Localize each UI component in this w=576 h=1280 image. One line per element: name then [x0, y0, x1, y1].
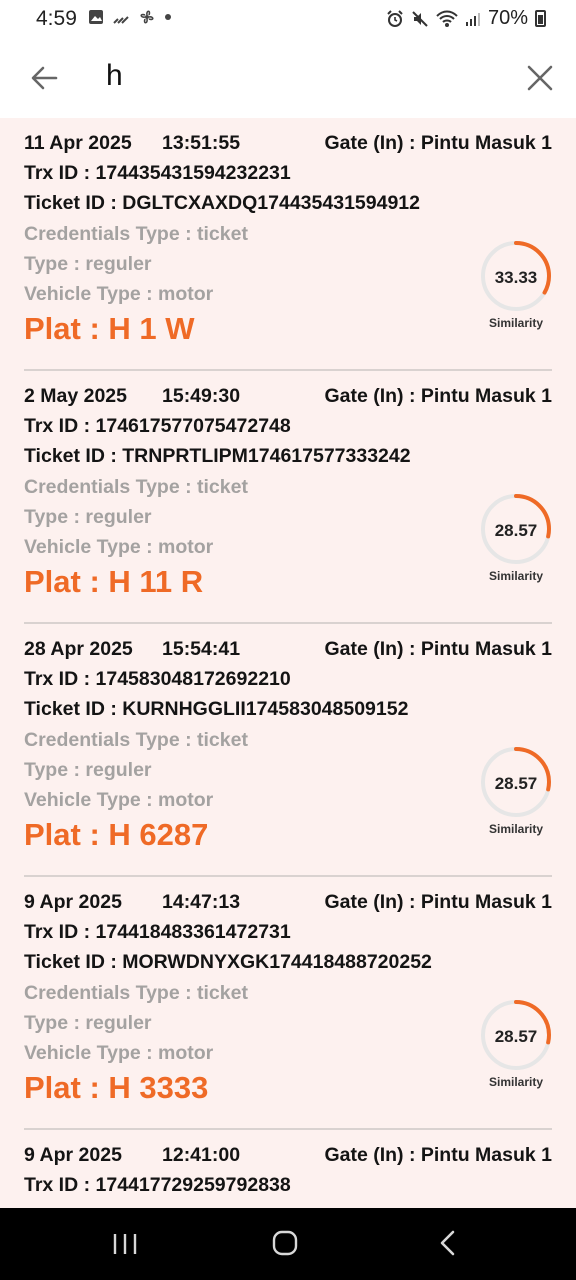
entry-date: 2 May 2025 [24, 385, 127, 407]
entry-time: 15:49:30 [162, 385, 241, 407]
alarm-icon [387, 9, 403, 27]
similarity-value: 28.57 [494, 774, 538, 793]
back-arrow-icon[interactable] [28, 62, 60, 94]
system-nav-bar [0, 1208, 576, 1280]
similarity-label: Similarity [488, 316, 544, 330]
entry-date: 28 Apr 2025 [24, 638, 133, 660]
entry-time: 12:41:00 [162, 1144, 241, 1166]
similarity-value: 28.57 [494, 1027, 538, 1046]
entry-time: 15:54:41 [162, 638, 241, 660]
ticket-id: Ticket ID : DGLTCXAXDQ174435431594912 [24, 192, 420, 214]
ticket-type: Type : reguler [24, 253, 152, 275]
search-bar [0, 40, 576, 118]
plate-number: Plat : H 6287 [24, 817, 209, 852]
back-icon[interactable] [438, 1230, 456, 1256]
ticket-id: Ticket ID : MORWDNYXGK174418488720252 [24, 951, 432, 973]
similarity-value: 33.33 [494, 268, 538, 287]
plate-number: Plat : H 3333 [24, 1070, 209, 1105]
plate-number: Plat : H 11 R [24, 564, 204, 599]
ticket-type: Type : reguler [24, 1012, 152, 1034]
home-icon[interactable] [272, 1230, 298, 1256]
credentials-type: Credentials Type : ticket [24, 223, 248, 245]
battery-percent: 70% [487, 7, 528, 29]
status-time: 4:59 [36, 7, 77, 30]
result-card[interactable]: 9 Apr 2025 14:47:13 Gate (In) : Pintu Ma… [24, 877, 552, 1130]
vehicle-type: Vehicle Type : motor [24, 536, 214, 558]
credentials-type: Credentials Type : ticket [24, 729, 248, 751]
similarity-label: Similarity [488, 569, 544, 583]
entry-time: 13:51:55 [162, 132, 241, 154]
trx-id: Trx ID : 174583048172692210 [24, 668, 291, 690]
result-card[interactable]: 9 Apr 2025 12:41:00 Gate (In) : Pintu Ma… [24, 1130, 552, 1208]
similarity-label: Similarity [488, 1075, 544, 1089]
plate-number: Plat : H 1 W [24, 311, 195, 346]
mute-icon [412, 10, 428, 27]
wifi-icon [436, 10, 458, 27]
dot-icon [165, 14, 171, 20]
close-icon[interactable] [526, 64, 554, 92]
gate-info: Gate (In) : Pintu Masuk 1 [324, 1144, 552, 1166]
search-input[interactable] [106, 54, 486, 98]
trx-id: Trx ID : 174617577075472748 [24, 415, 291, 437]
notification-icons [88, 8, 172, 26]
similarity-label: Similarity [488, 822, 544, 836]
entry-date: 9 Apr 2025 [24, 1144, 122, 1166]
gate-info: Gate (In) : Pintu Masuk 1 [324, 891, 552, 913]
fan-icon [140, 10, 154, 24]
system-icons: 70% [386, 7, 546, 30]
credentials-type: Credentials Type : ticket [24, 476, 248, 498]
ticket-type: Type : reguler [24, 506, 152, 528]
gate-info: Gate (In) : Pintu Masuk 1 [324, 638, 552, 660]
trx-id: Trx ID : 174435431594232231 [24, 162, 291, 184]
result-card[interactable]: 2 May 2025 15:49:30 Gate (In) : Pintu Ma… [24, 371, 552, 624]
vehicle-type: Vehicle Type : motor [24, 789, 214, 811]
trx-id: Trx ID : 174417729259792838 [24, 1174, 291, 1196]
ticket-id: Ticket ID : TRNPRTLIPM174617577333242 [24, 445, 411, 467]
results-list: 11 Apr 2025 13:51:55 Gate (In) : Pintu M… [0, 118, 576, 1208]
gate-info: Gate (In) : Pintu Masuk 1 [324, 132, 552, 154]
entry-date: 9 Apr 2025 [24, 891, 122, 913]
vehicle-type: Vehicle Type : motor [24, 1042, 214, 1064]
trx-id: Trx ID : 174418483361472731 [24, 921, 291, 943]
recent-apps-icon[interactable] [112, 1233, 138, 1255]
similarity-value: 28.57 [494, 521, 538, 540]
credentials-type: Credentials Type : ticket [24, 982, 248, 1004]
gate-info: Gate (In) : Pintu Masuk 1 [324, 385, 552, 407]
gallery-icon [89, 10, 103, 24]
entry-date: 11 Apr 2025 [24, 132, 132, 154]
ticket-id: Ticket ID : KURNHGGLII174583048509152 [24, 698, 409, 720]
no-data-icon [113, 16, 129, 24]
entry-time: 14:47:13 [162, 891, 241, 913]
vehicle-type: Vehicle Type : motor [24, 283, 214, 305]
status-bar: 4:59 70% [0, 0, 576, 40]
signal-icon [465, 12, 480, 26]
result-card[interactable]: 28 Apr 2025 15:54:41 Gate (In) : Pintu M… [24, 624, 552, 877]
ticket-type: Type : reguler [24, 759, 152, 781]
battery-icon [535, 10, 546, 27]
result-card[interactable]: 11 Apr 2025 13:51:55 Gate (In) : Pintu M… [24, 118, 552, 371]
